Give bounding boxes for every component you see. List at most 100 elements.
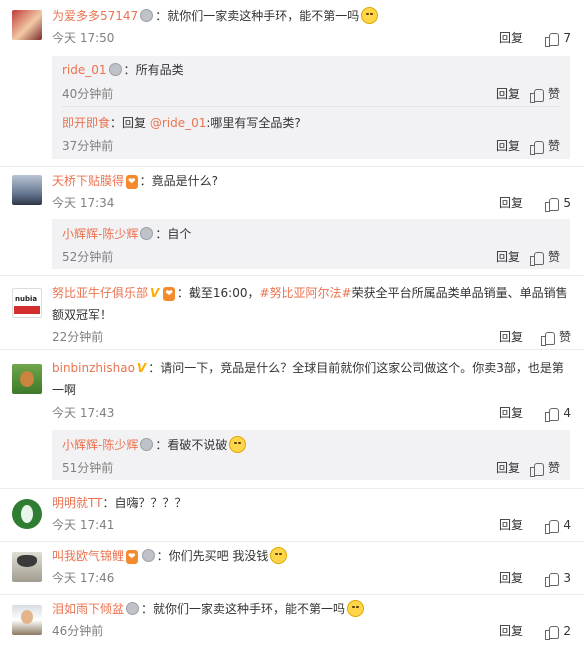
- sub-reply-text: ride_01 ：所有品类: [62, 63, 184, 77]
- like-button[interactable]: 赞: [529, 248, 560, 266]
- medal-icon: [140, 9, 154, 22]
- reply-button[interactable]: 回复: [499, 29, 523, 47]
- reply-button[interactable]: 回复: [499, 516, 523, 534]
- thinking-emoji-icon: [270, 547, 288, 564]
- like-count: 4: [563, 406, 571, 420]
- sub-reply-time: 40分钟前: [62, 87, 114, 101]
- like-count: 3: [563, 571, 571, 585]
- avatar[interactable]: [12, 499, 42, 529]
- like-button[interactable]: 3: [545, 569, 571, 587]
- reply-button[interactable]: 回复: [499, 569, 523, 587]
- thumbs-up-icon: [545, 197, 560, 212]
- topic-link[interactable]: #努比亚阿尔法#: [259, 286, 351, 300]
- username[interactable]: 叫我欧气锦鲤: [52, 549, 124, 563]
- comment-text: binbinzhishao V ：请问一下，竞品是什么？全球目前就你们这家公司做这个…: [52, 357, 570, 401]
- comment-body: 你们先买吧 我没钱: [168, 549, 269, 563]
- like-label: 赞: [558, 330, 571, 344]
- avatar[interactable]: [12, 552, 42, 582]
- comment-text: 为爱多多57147 ：就你们一家卖这种手环，能不第一吗: [52, 5, 570, 27]
- comment-body: 竟品是什么?: [151, 174, 218, 188]
- username[interactable]: 为爱多多57147: [52, 9, 138, 23]
- sub-reply: 小辉辉-陈少辉 ：看破不说破 51分钟前 回复 赞: [62, 435, 570, 479]
- sub-reply: 即开即食：回复 @ride_01:哪里有写全品类? 37分钟前 回复 赞: [62, 113, 570, 157]
- comment-body: 就你们一家卖这种手环，能不第一吗: [167, 9, 360, 23]
- comment-time: 今天 17:46: [52, 571, 115, 585]
- avatar[interactable]: [12, 364, 42, 394]
- medal-icon: [140, 227, 154, 240]
- reply-button[interactable]: 回复: [496, 85, 520, 103]
- like-button[interactable]: 赞: [529, 85, 560, 103]
- reply-button[interactable]: 回复: [499, 404, 523, 422]
- comment-item: 泪如雨下倾盆 ：就你们一家卖这种手环，能不第一吗 46分钟前 回复 2: [0, 595, 584, 649]
- reply-box: 小辉辉-陈少辉 ：自个 52分钟前 回复 赞: [52, 219, 570, 269]
- comment-body: 就你们一家卖这种手环，能不第一吗: [153, 602, 346, 616]
- sub-reply-time: 37分钟前: [62, 139, 114, 153]
- sub-reply: ride_01 ：所有品类 40分钟前 回复 赞: [62, 60, 570, 104]
- like-button[interactable]: 5: [545, 194, 571, 212]
- like-button[interactable]: 7: [545, 29, 571, 47]
- comment-text: 天桥下贴膜得 ❤ ：竟品是什么?: [52, 174, 218, 189]
- reply-button[interactable]: 回复: [496, 137, 520, 155]
- verified-v-icon: V: [136, 361, 147, 375]
- medal-icon: [108, 63, 122, 76]
- like-label: 赞: [547, 87, 560, 101]
- comment-feed: 为爱多多57147 ：就你们一家卖这种手环，能不第一吗 今天 17:50 回复 7…: [0, 0, 584, 649]
- username[interactable]: 泪如雨下倾盆: [52, 602, 124, 616]
- username[interactable]: 明明就TT: [52, 496, 102, 510]
- verified-v-icon: V: [150, 286, 160, 300]
- medal-icon: [140, 438, 154, 451]
- like-label: 赞: [547, 139, 560, 153]
- like-button[interactable]: 赞: [529, 459, 560, 477]
- comment-time: 今天 17:41: [52, 518, 115, 532]
- username[interactable]: 努比亚牛仔俱乐部: [52, 286, 148, 300]
- vip-badge-icon: ❤: [163, 287, 175, 301]
- comment-text: 叫我欧气锦鲤 ❤ ：你们先买吧 我没钱: [52, 545, 570, 567]
- comment-time: 46分钟前: [52, 624, 104, 638]
- thumbs-up-icon: [529, 251, 544, 266]
- like-button[interactable]: 2: [545, 622, 571, 640]
- comment-item: 天桥下贴膜得 ❤ ：竟品是什么? 今天 17:34 回复 5 小辉辉-陈少辉 ：自个 …: [0, 167, 584, 273]
- thumbs-up-icon: [545, 625, 560, 640]
- reply-box: 小辉辉-陈少辉 ：看破不说破 51分钟前 回复 赞: [52, 430, 570, 480]
- nubia-logo-avatar[interactable]: nubia: [12, 288, 42, 318]
- thumbs-up-icon: [540, 331, 555, 346]
- comment-body: 自嗨？？？？: [114, 496, 187, 510]
- medal-icon: [141, 549, 155, 562]
- comment-time: 今天 17:43: [52, 406, 115, 420]
- username[interactable]: binbinzhishao: [52, 361, 135, 375]
- sub-reply-text: 小辉辉-陈少辉 ：自个: [62, 227, 192, 241]
- like-count: 4: [563, 518, 571, 532]
- like-count: 2: [563, 624, 571, 638]
- like-label: 赞: [547, 250, 560, 264]
- reply-button[interactable]: 回复: [496, 459, 520, 477]
- comment-text: 努比亚牛仔俱乐部 V ❤ ：截至16:00，#努比亚阿尔法#荣获全平台所属品类单品销量…: [52, 282, 570, 326]
- mention-link[interactable]: @ride_01: [150, 116, 207, 130]
- separator: ：: [155, 9, 168, 23]
- avatar[interactable]: [12, 175, 42, 205]
- sub-reply-text: 小辉辉-陈少辉 ：看破不说破: [62, 435, 247, 455]
- comment-item: 明明就TT：自嗨？？？？ 今天 17:41 回复 4: [0, 489, 584, 539]
- thumbs-up-icon: [545, 519, 560, 534]
- like-button[interactable]: 赞: [529, 137, 560, 155]
- avatar[interactable]: [12, 605, 42, 635]
- username[interactable]: 小辉辉-陈少辉: [62, 438, 138, 452]
- laughing-emoji-icon: [229, 436, 247, 453]
- like-count: 7: [563, 31, 571, 45]
- like-button[interactable]: 赞: [540, 328, 571, 346]
- username[interactable]: 即开即食: [62, 116, 110, 130]
- username[interactable]: 小辉辉-陈少辉: [62, 227, 138, 241]
- reply-divider: [62, 106, 560, 107]
- avatar[interactable]: [12, 10, 42, 40]
- reply-button[interactable]: 回复: [499, 194, 523, 212]
- thumbs-up-icon: [529, 88, 544, 103]
- like-button[interactable]: 4: [545, 404, 571, 422]
- thumbs-up-icon: [529, 140, 544, 155]
- reply-button[interactable]: 回复: [496, 248, 520, 266]
- like-button[interactable]: 4: [545, 516, 571, 534]
- reply-button[interactable]: 回复: [499, 622, 523, 640]
- username[interactable]: 天桥下贴膜得: [52, 174, 124, 188]
- vip-badge-icon: ❤: [126, 550, 138, 564]
- reply-button[interactable]: 回复: [499, 328, 523, 346]
- username[interactable]: ride_01: [62, 63, 107, 77]
- thumbs-up-icon: [545, 32, 560, 47]
